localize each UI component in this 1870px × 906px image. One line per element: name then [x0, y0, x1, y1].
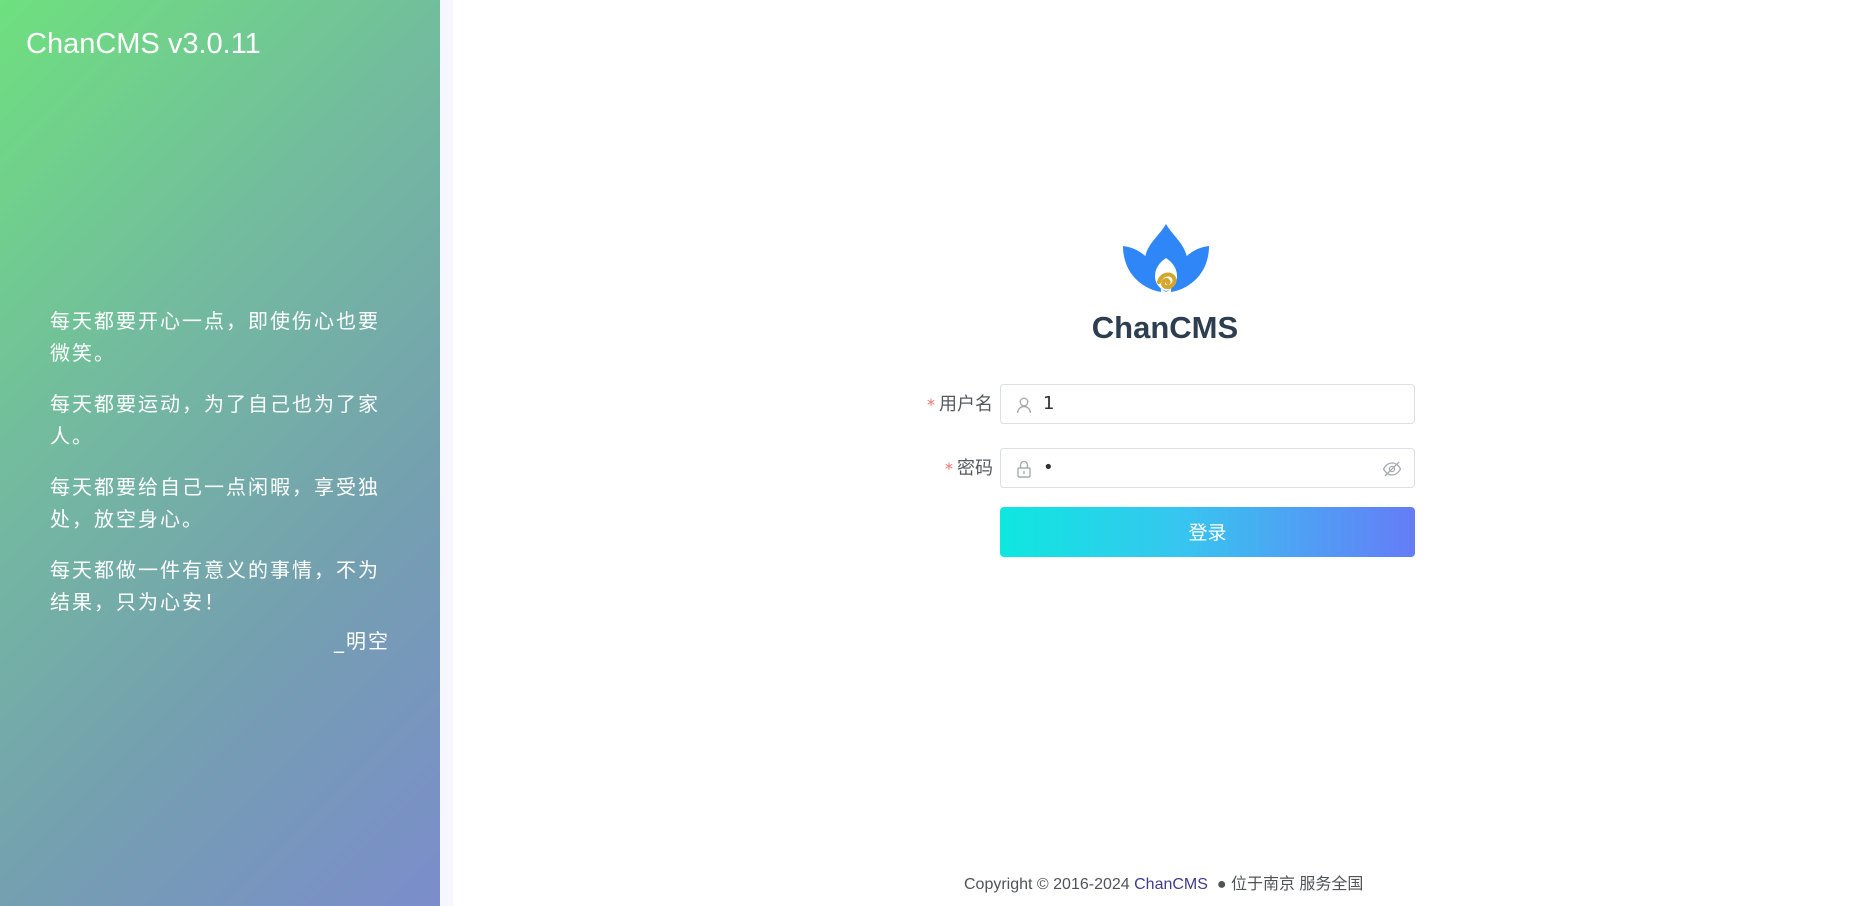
user-icon — [1016, 397, 1032, 414]
password-value: • — [1043, 457, 1054, 478]
sidebar-title: ChanCMS v3.0.11 — [26, 28, 261, 60]
footer-brand-link[interactable]: ChanCMS — [1134, 876, 1208, 893]
password-label: * 密码 — [945, 448, 993, 490]
username-value: 1 — [1043, 393, 1055, 414]
eye-off-icon[interactable] — [1382, 460, 1402, 478]
username-label: * 用户名 — [927, 384, 993, 426]
quote-line: 每天都要运动，为了自己也为了家人。 — [50, 392, 380, 448]
quote-line: 每天都要给自己一点闲暇，享受独处，放空身心。 — [50, 475, 380, 531]
username-row: * 用户名 1 — [900, 384, 1430, 426]
quote-block: 每天都要开心一点，即使伤心也要微笑。 每天都要运动，为了自己也为了家人。 每天都… — [50, 305, 390, 657]
login-button[interactable]: 登录 — [1000, 507, 1415, 557]
required-mark: * — [945, 459, 953, 478]
app-name: ChanCMS — [1091, 310, 1239, 345]
welcome-sidebar: ChanCMS v3.0.11 每天都要开心一点，即使伤心也要微笑。 每天都要运… — [0, 0, 440, 906]
lotus-logo-icon — [1123, 224, 1209, 292]
username-input[interactable]: 1 — [1000, 384, 1415, 424]
password-input[interactable]: • — [1000, 448, 1415, 488]
username-label-text: 用户名 — [939, 394, 993, 415]
required-mark: * — [927, 395, 935, 414]
password-row: * 密码 • — [900, 448, 1430, 490]
quote-line: 每天都做一件有意义的事情，不为结果，只为心安！ — [50, 558, 380, 614]
footer-copyright: Copyright © 2016-2024 — [964, 876, 1135, 893]
login-page: ChanCMS v3.0.11 每天都要开心一点，即使伤心也要微笑。 每天都要运… — [0, 0, 1870, 906]
footer-location: ● 位于南京 服务全国 — [1207, 876, 1364, 893]
panel-divider — [440, 0, 453, 906]
quote-line: 每天都要开心一点，即使伤心也要微笑。 — [50, 309, 380, 365]
footer: Copyright © 2016-2024 ChanCMS ● 位于南京 服务全… — [964, 870, 1363, 894]
lock-icon — [1017, 460, 1031, 478]
quote-author: _明空 — [334, 629, 390, 653]
password-label-text: 密码 — [957, 458, 993, 479]
